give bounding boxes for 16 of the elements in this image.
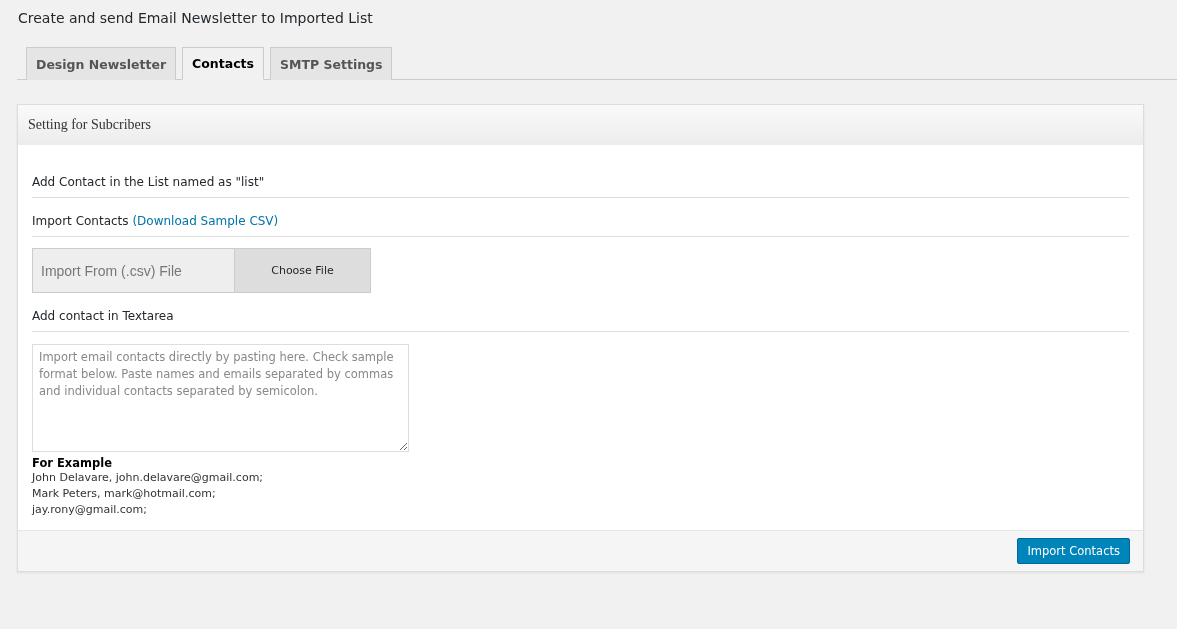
example-line: jay.rony@gmail.com;: [32, 502, 148, 518]
section-heading: Add contact in Textarea: [32, 293, 1129, 332]
tab[interactable]: Contacts: [182, 47, 264, 80]
tab[interactable]: SMTP Settings: [269, 47, 393, 80]
example-line: John Delavare, john.delavare@gmail.com;: [32, 470, 265, 486]
example-heading: For Example: [32, 456, 113, 470]
import-contacts-button[interactable]: Import Contacts: [1017, 538, 1130, 564]
section-heading: Add Contact in the List named as "list": [32, 159, 1129, 198]
contacts-textarea[interactable]: Import email contacts directly by pasting here. Check sample format below. Paste names and emails separated by commas and individual contacts separated by semicolon.: [32, 344, 409, 452]
download-link[interactable]: (Download Sample CSV): [132, 214, 279, 228]
example-line: Mark Peters, mark@hotmail.com;: [32, 486, 217, 502]
file-input[interactable]: Import From (.csv) File Choose File: [32, 248, 371, 293]
tab[interactable]: Design Newsletter: [26, 47, 177, 80]
panel-title: Setting for Subcribers: [28, 117, 151, 133]
section-heading: Import Contacts: [32, 214, 129, 228]
page-title: Create and send Email Newsletter to Imported List: [17, 9, 374, 28]
